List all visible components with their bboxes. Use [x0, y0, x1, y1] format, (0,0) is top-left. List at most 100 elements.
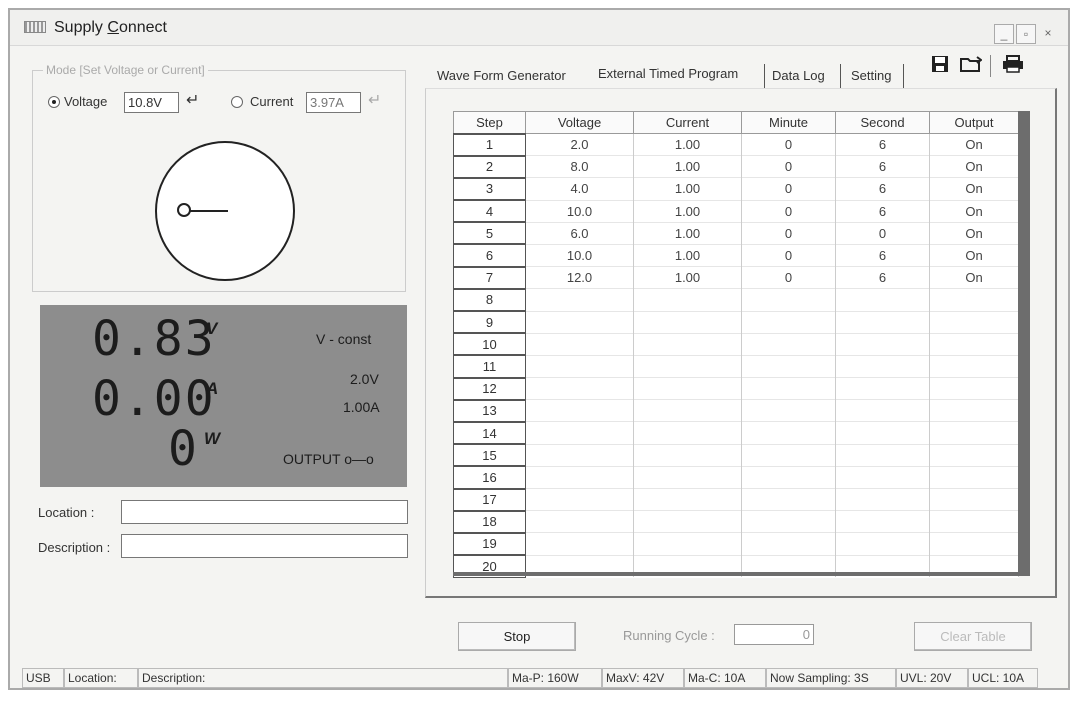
- table-cell[interactable]: [929, 377, 1019, 400]
- tab-setting[interactable]: Setting: [851, 68, 891, 83]
- step-cell[interactable]: 12: [453, 376, 526, 401]
- table-cell[interactable]: [525, 288, 634, 311]
- table-cell[interactable]: 0: [741, 221, 836, 245]
- step-cell[interactable]: 18: [453, 509, 526, 534]
- table-cell[interactable]: [835, 465, 930, 489]
- table-cell[interactable]: On: [929, 132, 1019, 156]
- table-cell[interactable]: 1.00: [633, 177, 742, 201]
- table-cell[interactable]: 6: [835, 132, 930, 156]
- table-cell[interactable]: [633, 310, 742, 334]
- table-cell[interactable]: 0: [835, 221, 930, 245]
- table-cell[interactable]: [525, 443, 634, 467]
- table-cell[interactable]: [741, 510, 836, 533]
- table-cell[interactable]: [633, 443, 742, 467]
- table-cell[interactable]: [835, 487, 930, 511]
- step-cell[interactable]: 11: [453, 354, 526, 379]
- table-cell[interactable]: [525, 332, 634, 356]
- close-button[interactable]: ×: [1038, 24, 1058, 44]
- current-input[interactable]: 3.97A: [306, 92, 361, 113]
- table-cell[interactable]: [633, 532, 742, 556]
- table-cell[interactable]: 0: [741, 155, 836, 178]
- step-cell[interactable]: 6: [453, 243, 526, 268]
- table-cell[interactable]: 8.0: [525, 155, 634, 178]
- step-cell[interactable]: 8: [453, 287, 526, 312]
- step-cell[interactable]: 1: [453, 132, 526, 157]
- table-cell[interactable]: 10.0: [525, 199, 634, 223]
- step-cell[interactable]: 13: [453, 398, 526, 423]
- table-cell[interactable]: [929, 399, 1019, 422]
- table-cell[interactable]: [633, 510, 742, 533]
- step-cell[interactable]: 10: [453, 332, 526, 356]
- adjust-knob[interactable]: [155, 141, 295, 281]
- table-cell[interactable]: [929, 354, 1019, 378]
- step-cell[interactable]: 17: [453, 487, 526, 512]
- table-cell[interactable]: [929, 487, 1019, 511]
- table-cell[interactable]: 0: [741, 132, 836, 156]
- table-cell[interactable]: [633, 421, 742, 445]
- table-cell[interactable]: [835, 377, 930, 400]
- table-cell[interactable]: [835, 332, 930, 356]
- tab-wave-form-generator[interactable]: Wave Form Generator: [437, 68, 566, 83]
- table-cell[interactable]: 1.00: [633, 243, 742, 267]
- table-cell[interactable]: [741, 354, 836, 378]
- table-cell[interactable]: [835, 399, 930, 422]
- table-cell[interactable]: 10.0: [525, 243, 634, 267]
- table-cell[interactable]: 6: [835, 155, 930, 178]
- table-cell[interactable]: [929, 332, 1019, 356]
- table-cell[interactable]: [633, 377, 742, 400]
- table-cell[interactable]: [525, 510, 634, 533]
- table-cell[interactable]: 1.00: [633, 132, 742, 156]
- location-input[interactable]: [121, 500, 408, 524]
- restore-button[interactable]: ▫: [1016, 24, 1036, 44]
- table-cell[interactable]: [741, 310, 836, 334]
- col-minute[interactable]: Minute: [741, 111, 836, 134]
- table-cell[interactable]: 1.00: [633, 266, 742, 289]
- table-cell[interactable]: [835, 443, 930, 467]
- table-cell[interactable]: 4.0: [525, 177, 634, 201]
- table-cell[interactable]: 0: [741, 177, 836, 201]
- step-cell[interactable]: 14: [453, 420, 526, 445]
- table-cell[interactable]: [835, 510, 930, 533]
- table-cell[interactable]: [525, 532, 634, 556]
- table-cell[interactable]: [633, 332, 742, 356]
- clear-table-button[interactable]: Clear Table: [914, 622, 1032, 651]
- table-cell[interactable]: On: [929, 199, 1019, 223]
- table-cell[interactable]: [633, 399, 742, 422]
- col-voltage[interactable]: Voltage: [525, 111, 634, 134]
- step-cell[interactable]: 2: [453, 154, 526, 179]
- col-current[interactable]: Current: [633, 111, 742, 134]
- table-cell[interactable]: [835, 421, 930, 445]
- save-icon[interactable]: [930, 55, 950, 75]
- table-cell[interactable]: [633, 465, 742, 489]
- voltage-input[interactable]: 10.8V: [124, 92, 179, 113]
- table-cell[interactable]: 1.00: [633, 155, 742, 178]
- tab-data-log[interactable]: Data Log: [772, 68, 825, 83]
- table-cell[interactable]: [741, 465, 836, 489]
- table-cell[interactable]: [741, 421, 836, 445]
- table-cell[interactable]: [929, 510, 1019, 533]
- table-cell[interactable]: [741, 399, 836, 422]
- table-cell[interactable]: [741, 332, 836, 356]
- step-cell[interactable]: 5: [453, 221, 526, 245]
- table-cell[interactable]: [525, 487, 634, 511]
- table-cell[interactable]: On: [929, 266, 1019, 289]
- table-cell[interactable]: [929, 532, 1019, 556]
- table-cell[interactable]: 0: [741, 199, 836, 223]
- table-cell[interactable]: [525, 354, 634, 378]
- minimize-button[interactable]: _: [994, 24, 1014, 44]
- table-cell[interactable]: [929, 421, 1019, 445]
- table-cell[interactable]: [835, 532, 930, 556]
- table-cell[interactable]: [525, 399, 634, 422]
- table-cell[interactable]: On: [929, 155, 1019, 178]
- step-cell[interactable]: 7: [453, 265, 526, 290]
- table-cell[interactable]: [835, 354, 930, 378]
- table-cell[interactable]: [525, 377, 634, 400]
- table-cell[interactable]: On: [929, 221, 1019, 245]
- step-cell[interactable]: 19: [453, 531, 526, 556]
- print-icon[interactable]: [1002, 55, 1023, 75]
- table-cell[interactable]: 1.00: [633, 221, 742, 245]
- table-cell[interactable]: 6.0: [525, 221, 634, 245]
- step-cell[interactable]: 16: [453, 465, 526, 490]
- col-output[interactable]: Output: [929, 111, 1019, 134]
- table-cell[interactable]: [633, 354, 742, 378]
